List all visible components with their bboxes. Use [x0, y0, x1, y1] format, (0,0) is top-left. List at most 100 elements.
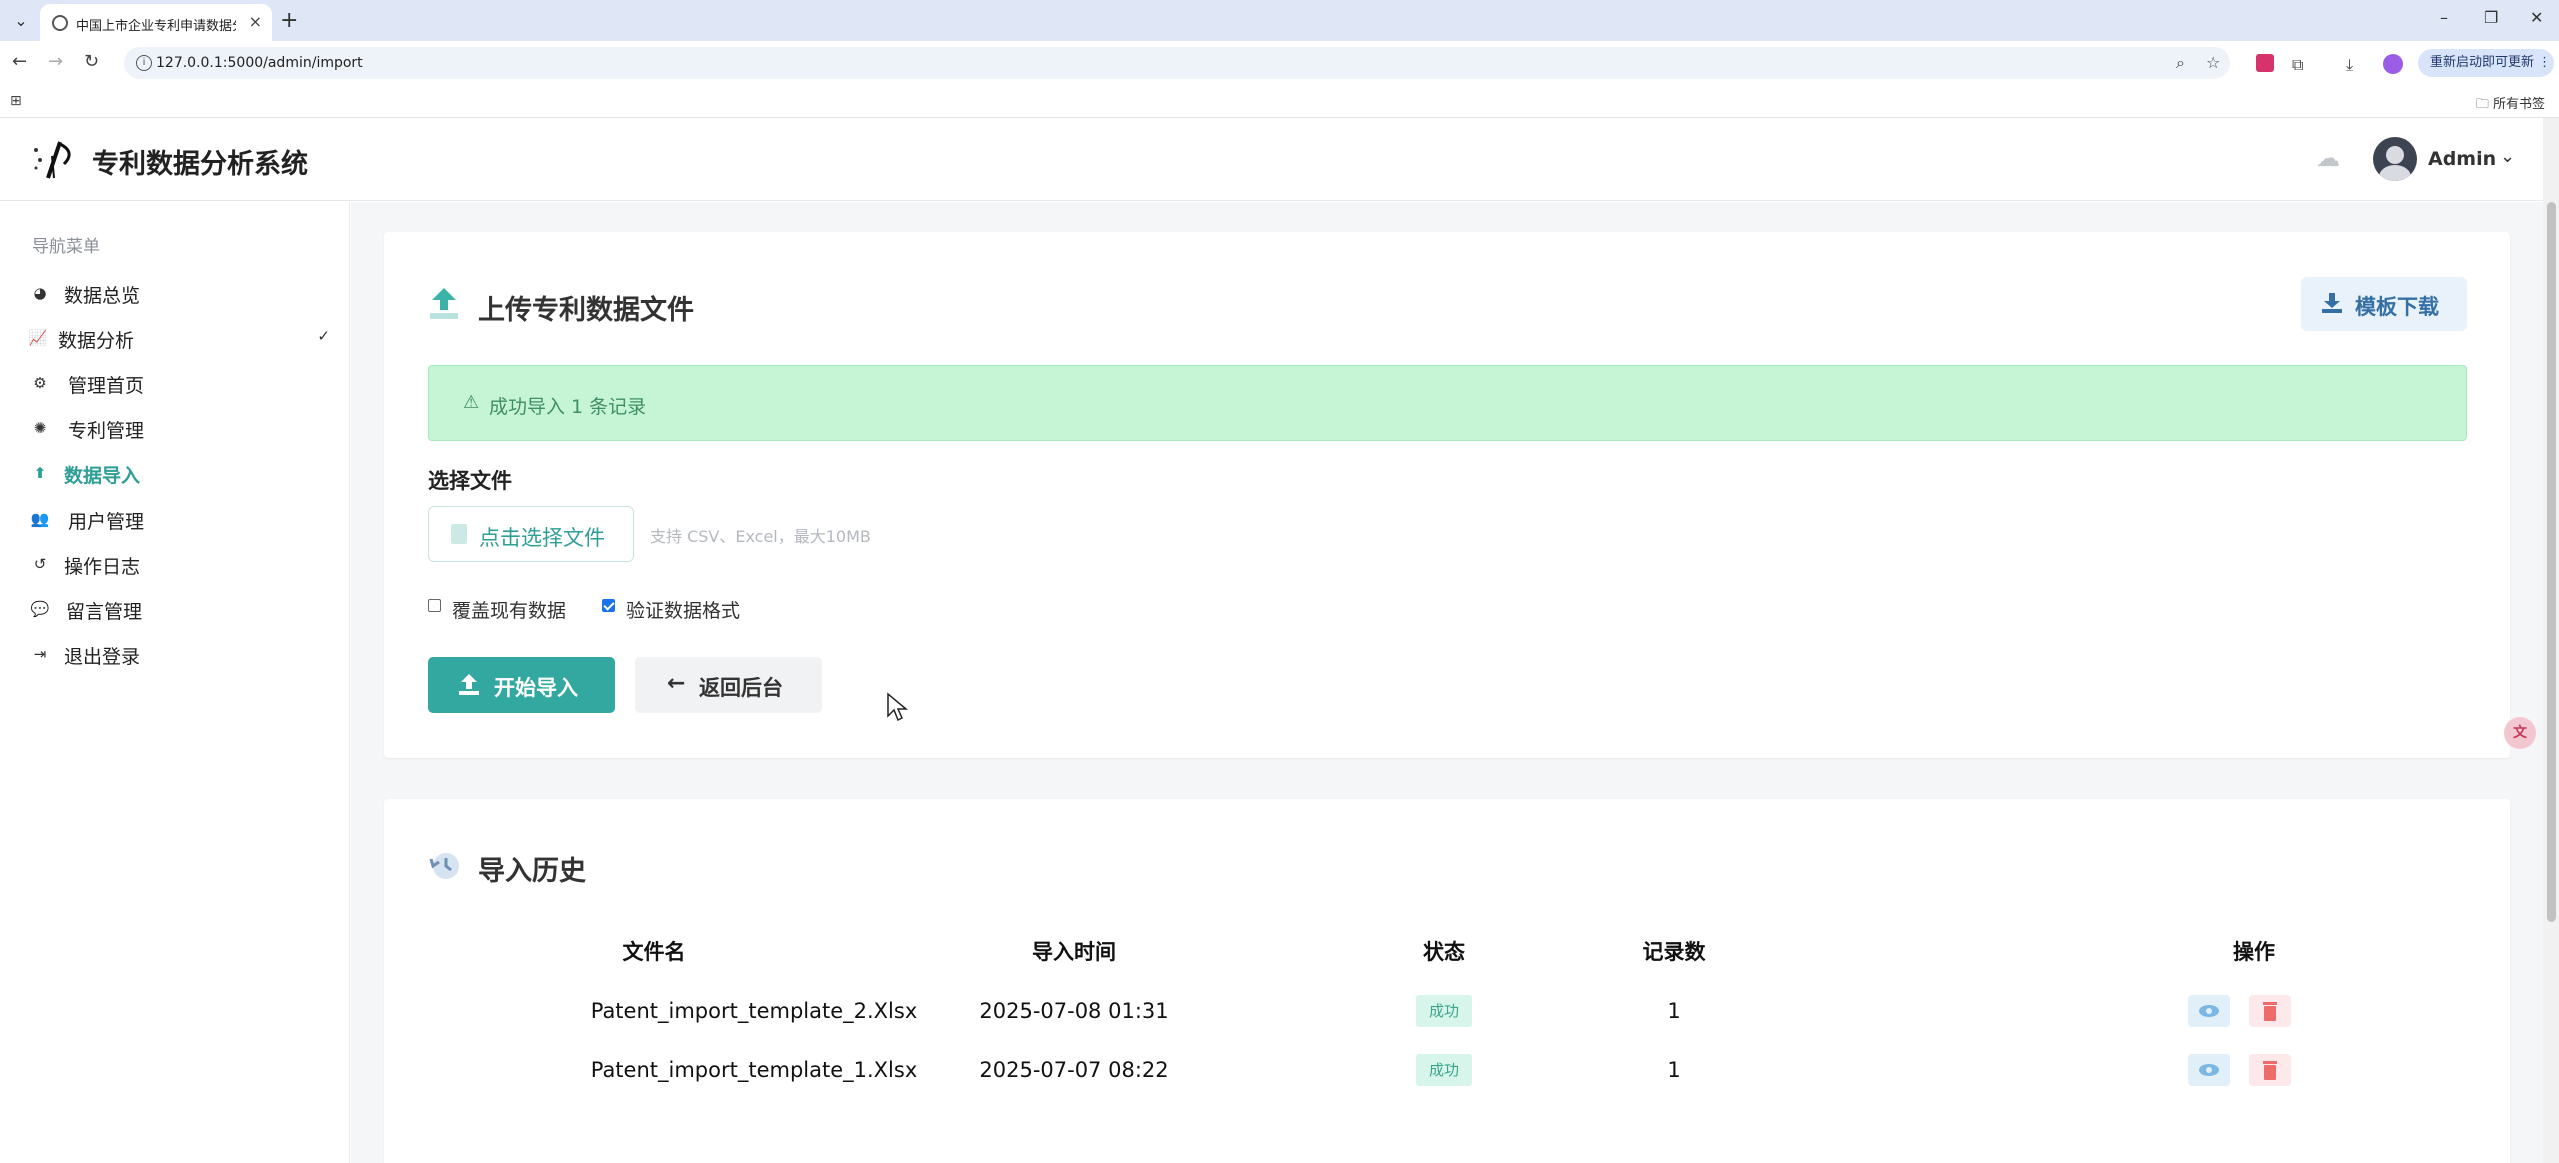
page-scrollbar[interactable]	[2543, 118, 2559, 1163]
status-badge: 成功	[1416, 995, 1472, 1027]
delete-button[interactable]	[2249, 1054, 2291, 1086]
sidebar-item-analysis[interactable]: 📈 数据分析 ✓	[28, 321, 330, 355]
success-alert: ⚠ 成功导入 1 条记录	[428, 365, 2467, 441]
overwrite-checkbox[interactable]	[428, 599, 441, 612]
validate-label[interactable]: 验证数据格式	[626, 596, 740, 623]
lightbulb-icon: ✺	[33, 419, 47, 437]
file-icon	[451, 524, 467, 544]
puzzle-icon[interactable]: ⧉	[2292, 55, 2303, 75]
delete-button[interactable]	[2249, 995, 2291, 1027]
all-bookmarks[interactable]: 🗀 所有书签	[2476, 93, 2545, 117]
app-header: 专利数据分析系统 ☁ Admin ⌄	[0, 118, 2559, 201]
history-title: 导入历史	[478, 856, 586, 887]
translate-icon[interactable]: 文	[2504, 717, 2536, 749]
sidebar-item-label: 用户管理	[68, 511, 145, 533]
view-button[interactable]	[2188, 1054, 2230, 1086]
scrollbar-thumb[interactable]	[2547, 202, 2556, 922]
user-name[interactable]: Admin	[2428, 148, 2496, 170]
all-bookmarks-label: 所有书签	[2492, 97, 2545, 112]
new-tab-icon[interactable]: +	[280, 8, 298, 33]
comments-icon: 💬	[30, 600, 50, 618]
start-import-button[interactable]: 开始导入	[428, 657, 615, 713]
update-label: 重新启动即可更新	[2430, 55, 2535, 70]
column-header: 操作	[2233, 940, 2275, 964]
url-text[interactable]: 127.0.0.1:5000/admin/import	[156, 55, 363, 71]
sidebar-item-label: 专利管理	[68, 420, 145, 442]
overwrite-label[interactable]: 覆盖现有数据	[452, 596, 566, 623]
sidebar-item-label: 数据分析	[58, 330, 135, 352]
back-arrow-icon[interactable]: ←	[12, 51, 27, 72]
download-icon	[2322, 293, 2342, 313]
logo-icon	[34, 141, 71, 179]
brand-title[interactable]: 专利数据分析系统	[92, 142, 308, 181]
sign-out-icon: ⇥	[33, 645, 47, 663]
sidebar-item-logs[interactable]: ↺ 操作日志	[30, 547, 330, 581]
table-row-filename: Patent_import_template_1.Xlsx	[590, 1058, 918, 1082]
tab-search-icon[interactable]: ⌄	[10, 10, 32, 32]
column-header: 状态	[1423, 940, 1465, 964]
file-field-label: 选择文件	[428, 469, 512, 493]
minimize-icon[interactable]: –	[2440, 8, 2448, 27]
avatar[interactable]	[2373, 137, 2417, 181]
browser-tab[interactable]: 中国上市企业专利申请数据分析 ×	[40, 4, 272, 41]
restore-icon[interactable]: ❐	[2484, 8, 2498, 27]
globe-icon	[52, 15, 68, 31]
gears-icon: ⚙	[33, 374, 47, 392]
chart-line-icon: 📈	[28, 329, 48, 347]
sidebar-item-label: 数据导入	[64, 465, 141, 487]
sidebar-item-admin-home[interactable]: ⚙ 管理首页	[30, 366, 330, 400]
address-bar[interactable]: i 127.0.0.1:5000/admin/import ⌕ ☆	[124, 47, 2230, 79]
users-icon: 👥	[30, 510, 50, 528]
profile-icon[interactable]	[2383, 54, 2403, 74]
upload-title: 上传专利数据文件	[478, 295, 694, 326]
site-info-icon[interactable]: i	[136, 55, 152, 71]
sidebar-item-import[interactable]: ⬆ 数据导入	[30, 456, 330, 490]
sidebar-item-overview[interactable]: ◕ 数据总览	[30, 276, 330, 310]
download-icon[interactable]: ⤓	[2346, 55, 2353, 75]
extension-icon[interactable]	[2256, 54, 2274, 72]
apps-grid-icon[interactable]: ⊞	[10, 93, 22, 109]
mouse-cursor-icon	[887, 692, 909, 722]
file-hint: 支持 CSV、Excel，最大10MB	[650, 527, 871, 546]
sidebar-item-patents[interactable]: ✺ 专利管理	[30, 411, 330, 445]
back-to-admin-button[interactable]: ← 返回后台	[635, 657, 822, 713]
eye-icon	[2199, 1064, 2219, 1076]
sidebar-item-label: 管理首页	[68, 375, 145, 397]
bookmark-star-icon[interactable]: ☆	[2206, 53, 2220, 72]
sidebar-item-messages[interactable]: 💬 留言管理	[30, 592, 330, 626]
template-download-button[interactable]: 模板下载	[2301, 277, 2467, 331]
upload-icon: ⬆	[33, 464, 47, 482]
zoom-icon[interactable]: ⌕	[2176, 53, 2185, 73]
start-import-label: 开始导入	[494, 676, 578, 700]
chevron-down-icon[interactable]: ✓	[317, 327, 330, 345]
bookmarks-bar: ⊞ 🗀 所有书签	[0, 85, 2559, 118]
view-button[interactable]	[2188, 995, 2230, 1027]
eye-icon	[2199, 1005, 2219, 1017]
choose-file-button[interactable]: 点击选择文件	[428, 506, 634, 562]
tab-close-icon[interactable]: ×	[249, 12, 262, 31]
chevron-down-icon[interactable]: ⌄	[2500, 146, 2515, 167]
trash-icon	[2263, 1061, 2277, 1080]
choose-file-label: 点击选择文件	[479, 526, 605, 550]
sidebar-item-logout[interactable]: ⇥ 退出登录	[30, 637, 330, 671]
update-button[interactable]: 重新启动即可更新 ⋮	[2418, 49, 2554, 77]
sidebar-item-label: 数据总览	[64, 285, 141, 307]
upload-card: 上传专利数据文件 模板下载 ⚠ 成功导入 1 条记录 选择文件 点击选择文件 支…	[384, 232, 2510, 758]
chart-pie-icon: ◕	[33, 284, 47, 302]
sidebar: 导航菜单 ◕ 数据总览 📈 数据分析 ✓ ⚙ 管理首页 ✺ 专利管理 ⬆ 数据导…	[0, 202, 350, 1163]
sidebar-item-label: 退出登录	[64, 646, 141, 668]
table-row-count: 1	[1667, 1058, 1681, 1082]
table-row-count: 1	[1667, 999, 1681, 1023]
tab-title: 中国上市企业专利申请数据分析	[76, 19, 236, 34]
column-header: 记录数	[1642, 940, 1706, 964]
sidebar-item-users[interactable]: 👥 用户管理	[30, 502, 330, 536]
window-close-icon[interactable]: ✕	[2530, 8, 2543, 27]
main-content: 上传专利数据文件 模板下载 ⚠ 成功导入 1 条记录 选择文件 点击选择文件 支…	[351, 202, 2543, 1163]
forward-arrow-icon[interactable]: →	[48, 51, 63, 72]
history-card: 导入历史 文件名 导入时间 状态 记录数 操作 Patent_import_te…	[384, 799, 2510, 1163]
sidebar-title: 导航菜单	[32, 237, 100, 257]
reload-icon[interactable]: ↻	[84, 51, 99, 72]
trash-icon	[2263, 1002, 2277, 1021]
validate-checkbox[interactable]	[602, 599, 615, 612]
cloud-icon[interactable]: ☁	[2316, 144, 2340, 172]
